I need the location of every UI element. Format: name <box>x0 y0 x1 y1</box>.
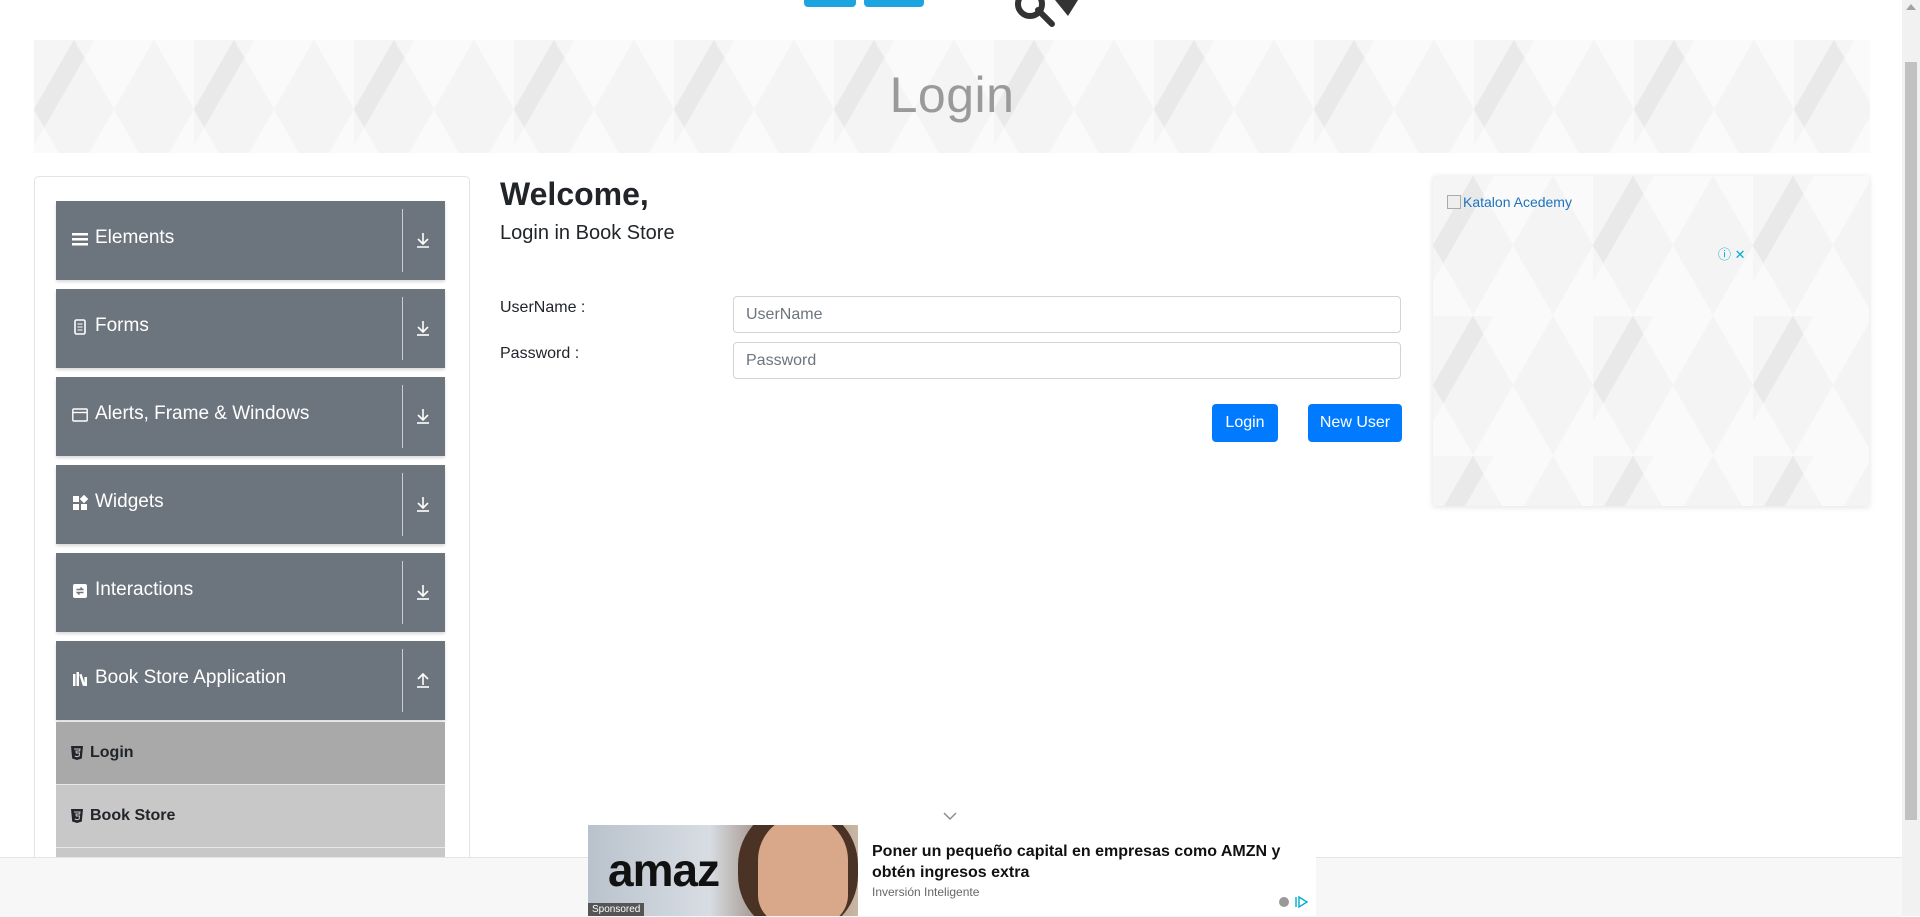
welcome-heading: Welcome, <box>500 176 649 212</box>
adchoices-icon[interactable] <box>1278 895 1310 912</box>
login-subheading: Login in Book Store <box>500 222 675 244</box>
page-banner: Login <box>34 40 1870 153</box>
html5-icon <box>71 746 83 760</box>
download-icon[interactable] <box>414 495 432 513</box>
ad-headline[interactable]: Poner un pequeño capital en empresas com… <box>872 841 1302 883</box>
download-icon[interactable] <box>414 583 432 601</box>
username-label: UserName : <box>500 299 586 316</box>
widgets-icon <box>73 495 88 510</box>
divider <box>402 297 403 360</box>
sidebar-group-label: Elements <box>95 227 175 248</box>
sponsored-label: Sponsored <box>588 903 645 916</box>
ad-close-icon[interactable]: ⓘ ✕ <box>1718 244 1746 263</box>
window-icon <box>72 408 88 422</box>
sidebar-item-label: Book Store <box>90 807 176 824</box>
upload-icon[interactable] <box>414 671 432 689</box>
sidebar-group-elements[interactable]: Elements <box>56 201 445 280</box>
divider <box>402 561 403 624</box>
sidebar-item-label: Login <box>90 744 134 761</box>
sidebar-group-label: Forms <box>95 315 149 336</box>
logo-bar <box>804 0 856 7</box>
scroll-thumb[interactable] <box>1905 62 1917 820</box>
sidebar-group-label: Book Store Application <box>95 667 287 688</box>
sidebar-item-book-store[interactable]: Book Store <box>56 785 445 848</box>
download-icon[interactable] <box>414 319 432 337</box>
logo-bar <box>864 0 924 7</box>
login-button[interactable]: Login <box>1212 404 1278 442</box>
sidebar-group-label: Widgets <box>95 491 164 512</box>
page-scrollbar[interactable] <box>1902 0 1920 916</box>
broken-image-icon <box>1447 195 1461 209</box>
username-input[interactable] <box>733 296 1401 333</box>
sidebar-group-book-store[interactable]: Book Store Application <box>56 641 445 720</box>
sidebar-item-login[interactable]: Login <box>56 722 445 785</box>
sidebar-group-widgets[interactable]: Widgets <box>56 465 445 544</box>
password-label: Password : <box>500 345 580 362</box>
page-title: Login <box>889 67 1015 123</box>
ad-right[interactable]: Katalon Acedemy ⓘ ✕ <box>1433 176 1869 506</box>
books-icon <box>73 672 87 687</box>
sidebar-group-interactions[interactable]: Interactions <box>56 553 445 632</box>
ad-image-link[interactable]: Katalon Acedemy <box>1447 194 1572 210</box>
password-input[interactable] <box>733 342 1401 379</box>
divider <box>402 209 403 272</box>
sidebar-group-label: Interactions <box>95 579 194 600</box>
ad-photo[interactable]: amaz Sponsored <box>588 825 858 916</box>
ad-person-face <box>758 825 848 916</box>
sidebar-group-label: Alerts, Frame & Windows <box>95 403 310 424</box>
ad-brand-text: amaz <box>608 844 720 896</box>
document-icon <box>74 319 86 335</box>
sidebar: Elements Forms Alerts, Frame & Windows W… <box>34 176 470 917</box>
divider <box>402 649 403 712</box>
download-icon[interactable] <box>414 231 432 249</box>
sidebar-group-alerts[interactable]: Alerts, Frame & Windows <box>56 377 445 456</box>
new-user-button[interactable]: New User <box>1308 404 1402 442</box>
chevron-down-icon[interactable] <box>942 810 958 822</box>
scroll-up-icon[interactable] <box>1906 4 1916 10</box>
divider <box>402 473 403 536</box>
ad-source: Inversión Inteligente <box>872 885 980 899</box>
download-icon[interactable] <box>414 407 432 425</box>
sidebar-group-forms[interactable]: Forms <box>56 289 445 368</box>
html5-icon <box>71 809 83 823</box>
ad-bottom[interactable]: amaz Sponsored Poner un pequeño capital … <box>588 825 1316 916</box>
ad-image-alt: Katalon Acedemy <box>1463 194 1572 210</box>
site-logo[interactable] <box>800 0 1120 30</box>
divider <box>402 385 403 448</box>
list-icon <box>72 233 88 246</box>
gear-logo-icon <box>1015 0 1078 27</box>
interactions-icon <box>73 584 87 598</box>
